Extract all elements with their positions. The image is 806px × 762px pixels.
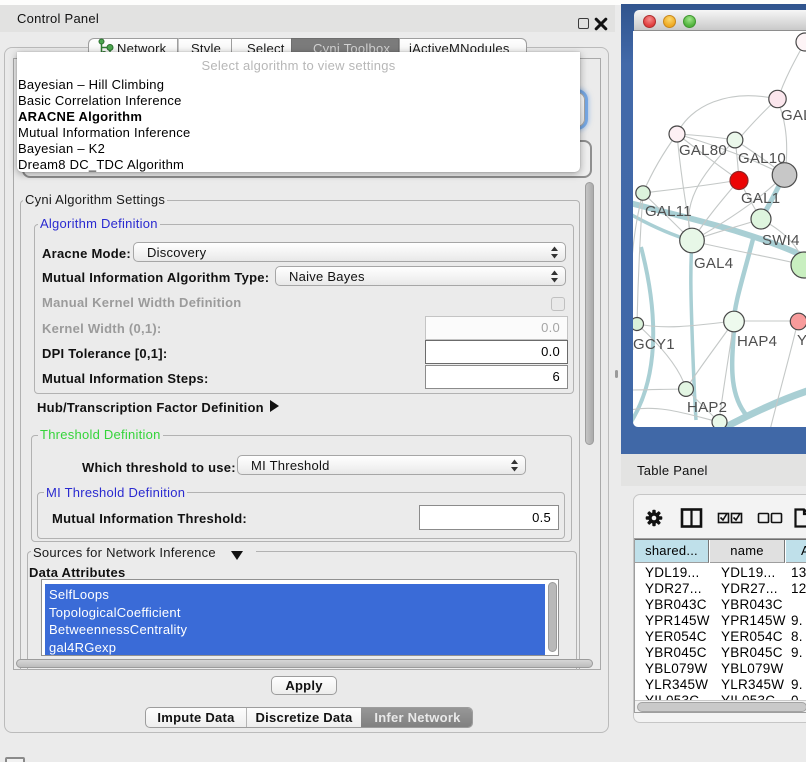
svg-text:GCY1: GCY1 [633,336,675,353]
svg-text:GAL1: GAL1 [741,190,780,207]
svg-text:GAL4: GAL4 [694,255,733,272]
svg-text:GAL7: GAL7 [781,107,806,124]
svg-text:GAL80: GAL80 [679,142,727,159]
svg-text:GAL10: GAL10 [738,150,786,167]
svg-text:HAP4: HAP4 [737,333,777,350]
svg-text:HAP2: HAP2 [687,399,727,416]
svg-text:Y: Y [797,332,806,349]
svg-text:GAL11: GAL11 [645,203,692,220]
svg-text:SWI4: SWI4 [762,232,800,249]
